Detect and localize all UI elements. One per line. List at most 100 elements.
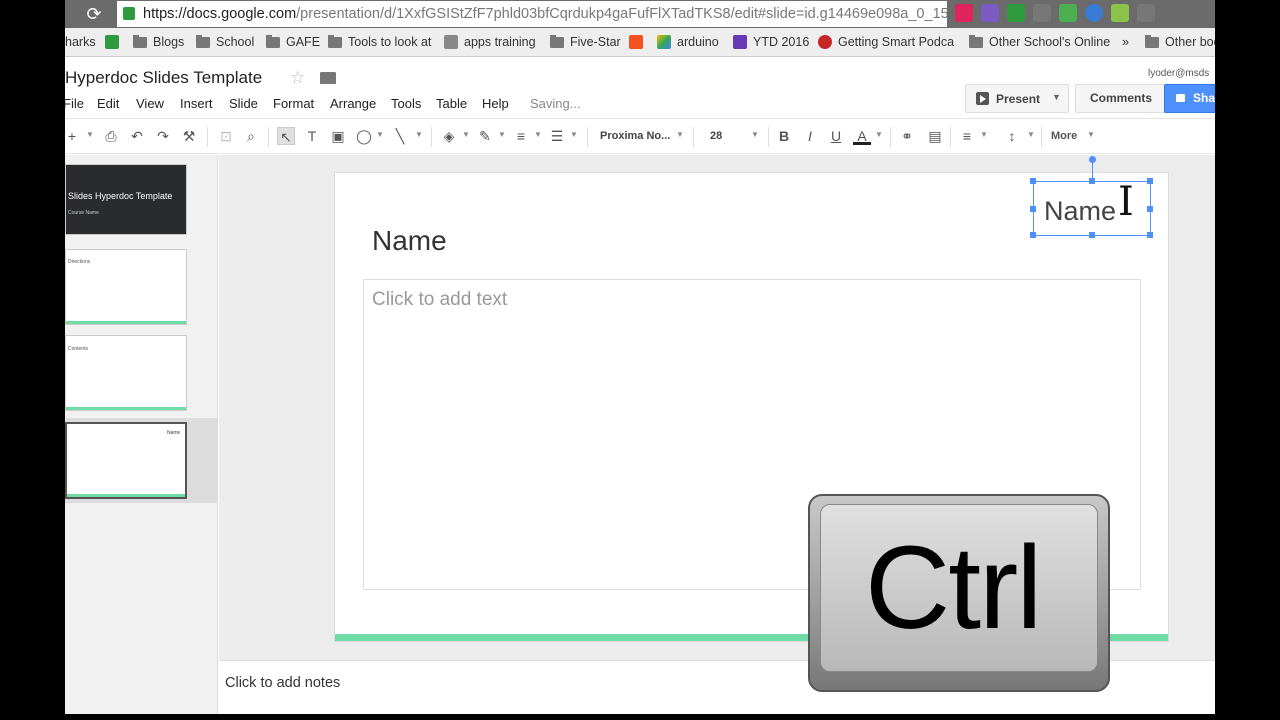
pinterest-icon[interactable]: [955, 4, 973, 22]
bold-icon[interactable]: B: [775, 127, 793, 145]
chevron-down-icon[interactable]: ▼: [462, 130, 470, 139]
present-button[interactable]: Present ▼: [965, 84, 1069, 113]
bookmark-item[interactable]: harks: [65, 35, 96, 49]
selected-textbox-text[interactable]: Name: [1044, 196, 1116, 227]
resize-handle[interactable]: [1147, 178, 1153, 184]
bookmark-item[interactable]: [105, 35, 125, 49]
chevron-down-icon[interactable]: ▼: [534, 130, 542, 139]
slide-thumbnail[interactable]: Directions: [65, 249, 187, 325]
chevron-down-icon[interactable]: ▼: [1087, 130, 1095, 139]
select-arrow-icon[interactable]: ↖: [277, 127, 295, 145]
bookmark-item[interactable]: arduino: [657, 35, 719, 49]
classroom-icon[interactable]: [1007, 4, 1025, 22]
print-icon[interactable]: ⎙: [102, 127, 120, 145]
resize-handle[interactable]: [1147, 232, 1153, 238]
menu-table[interactable]: Table: [436, 96, 467, 111]
paint-format-icon[interactable]: ⚒: [180, 127, 198, 145]
undo-icon[interactable]: ↶: [128, 127, 146, 145]
line-icon[interactable]: ╲: [391, 127, 409, 145]
menu-insert[interactable]: Insert: [180, 96, 213, 111]
shape-icon[interactable]: ◯: [355, 127, 373, 145]
bookmark-item[interactable]: Getting Smart Podca: [818, 35, 954, 49]
menu-format[interactable]: Format: [273, 96, 314, 111]
bookmark-item[interactable]: Blogs: [133, 34, 184, 49]
resize-handle[interactable]: [1030, 232, 1036, 238]
font-select[interactable]: Proxima No...: [600, 130, 670, 142]
resize-handle[interactable]: [1147, 206, 1153, 212]
extension-icon[interactable]: [1111, 4, 1129, 22]
menu-arrange[interactable]: Arrange: [330, 96, 376, 111]
thumb-title: Directions: [68, 259, 91, 265]
chevron-down-icon[interactable]: ▼: [980, 130, 988, 139]
red-icon: [818, 35, 832, 49]
new-slide-icon[interactable]: +: [65, 127, 81, 145]
extension-icon[interactable]: [1033, 4, 1051, 22]
text-box-icon[interactable]: T: [303, 127, 321, 145]
bookmark-item[interactable]: Other boo: [1145, 34, 1215, 49]
menu-file[interactable]: File: [65, 96, 84, 111]
bookmark-item[interactable]: GAFE: [266, 34, 320, 49]
bookmarks-overflow[interactable]: »: [1122, 35, 1129, 49]
comments-button[interactable]: Comments: [1075, 84, 1167, 113]
rotation-handle[interactable]: [1089, 156, 1096, 163]
resize-handle[interactable]: [1030, 178, 1036, 184]
zoom-icon[interactable]: ⌕: [242, 127, 260, 145]
bookmark-item[interactable]: Other School's Online: [969, 34, 1110, 49]
redo-icon[interactable]: ↷: [154, 127, 172, 145]
chevron-down-icon[interactable]: ▼: [875, 130, 883, 139]
address-bar[interactable]: https://docs.google.com/presentation/d/1…: [117, 1, 947, 27]
more-button[interactable]: More: [1051, 130, 1077, 142]
bookmark-item[interactable]: Tools to look at: [328, 34, 431, 49]
link-icon[interactable]: ⚭: [898, 127, 916, 145]
underline-icon[interactable]: U: [827, 127, 845, 145]
chevron-down-icon[interactable]: ▼: [86, 130, 94, 139]
chevron-down-icon[interactable]: ▼: [570, 130, 578, 139]
slide-thumbnail[interactable]: Slides Hyperdoc Template Course Name: [65, 164, 187, 235]
slide-title[interactable]: Name: [372, 225, 447, 257]
thumb-title: Slides Hyperdoc Template: [68, 191, 173, 201]
chevron-down-icon[interactable]: ▼: [498, 130, 506, 139]
fill-color-icon[interactable]: ◈: [440, 127, 458, 145]
border-color-icon[interactable]: ✎: [476, 127, 494, 145]
bookmark-item[interactable]: YTD 2016: [733, 35, 809, 49]
chevron-down-icon[interactable]: ▼: [376, 130, 384, 139]
align-icon[interactable]: ≡: [958, 127, 976, 145]
italic-icon[interactable]: I: [801, 127, 819, 145]
menu-help[interactable]: Help: [482, 96, 509, 111]
border-weight-icon[interactable]: ≡: [512, 127, 530, 145]
share-button[interactable]: Share: [1164, 84, 1215, 113]
chevron-down-icon[interactable]: ▼: [751, 130, 759, 139]
menu-edit[interactable]: Edit: [97, 96, 119, 111]
chevron-down-icon[interactable]: ▼: [1027, 130, 1035, 139]
comment-icon[interactable]: ▤: [926, 127, 944, 145]
menu-slide[interactable]: Slide: [229, 96, 258, 111]
extension-icon[interactable]: [1137, 4, 1155, 22]
font-size-select[interactable]: 28: [710, 130, 722, 142]
doc-title[interactable]: Hyperdoc Slides Template: [65, 68, 262, 88]
line-spacing-icon[interactable]: ↕: [1003, 127, 1021, 145]
reload-icon[interactable]: ⟳: [83, 4, 105, 24]
menu-view[interactable]: View: [136, 96, 164, 111]
zoom-fit-icon[interactable]: ⊡: [217, 127, 235, 145]
extension-icon[interactable]: [1085, 4, 1103, 22]
border-dash-icon[interactable]: ☰: [548, 127, 566, 145]
text-color-icon[interactable]: A: [853, 127, 871, 145]
extension-icon[interactable]: [981, 4, 999, 22]
bookmark-item[interactable]: School: [196, 34, 254, 49]
bookmark-item[interactable]: [629, 35, 649, 49]
resize-handle[interactable]: [1089, 178, 1095, 184]
menu-tools[interactable]: Tools: [391, 96, 421, 111]
slide-thumbnail[interactable]: Contents: [65, 335, 187, 411]
bookmark-item[interactable]: apps training: [444, 35, 536, 49]
star-icon[interactable]: ☆: [290, 68, 305, 88]
chevron-down-icon[interactable]: ▼: [415, 130, 423, 139]
chevron-down-icon[interactable]: ▼: [676, 130, 684, 139]
chevron-down-icon[interactable]: ▼: [1052, 92, 1061, 102]
resize-handle[interactable]: [1030, 206, 1036, 212]
image-icon[interactable]: ▣: [329, 127, 347, 145]
folder-icon[interactable]: [320, 72, 336, 84]
slide-thumbnail-selected[interactable]: Name: [65, 422, 187, 499]
extension-icon[interactable]: [1059, 4, 1077, 22]
resize-handle[interactable]: [1089, 232, 1095, 238]
bookmark-item[interactable]: Five-Star: [550, 34, 621, 49]
